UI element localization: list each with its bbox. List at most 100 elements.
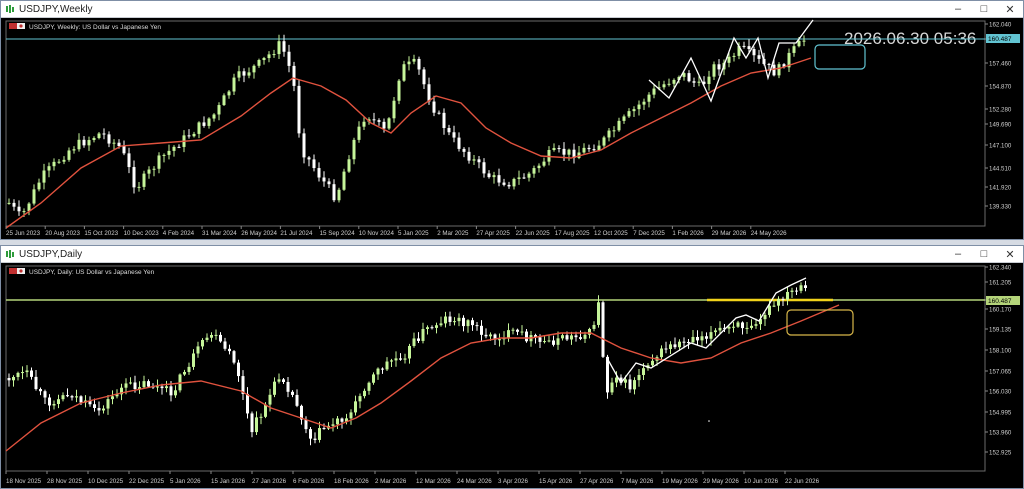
weekly-candle: [97, 133, 101, 139]
weekly-candle: [77, 139, 81, 150]
close-button[interactable]: ✕: [997, 246, 1023, 262]
weekly-candle: [342, 171, 346, 190]
daily-candle: [57, 399, 60, 405]
weekly-date-tick-label: 20 Aug 2023: [45, 230, 80, 237]
weekly-candle: [92, 138, 96, 141]
weekly-candle: [532, 168, 536, 174]
daily-candle: [511, 329, 515, 331]
weekly-candle: [232, 77, 236, 92]
daily-candle: [192, 353, 195, 367]
daily-candle: [804, 285, 807, 288]
weekly-candle: [797, 40, 801, 47]
weekly-candle: [747, 46, 751, 50]
daily-candle: [588, 328, 591, 335]
weekly-candle: [447, 127, 451, 133]
maximize-button[interactable]: □: [971, 1, 997, 17]
weekly-candle: [312, 159, 316, 169]
daily-candle: [448, 316, 452, 322]
weekly-candle: [272, 54, 276, 56]
weekly-date-tick-label: 7 Dec 2025: [633, 230, 665, 237]
daily-date-tick-label: 27 Jan 2026: [252, 478, 287, 485]
weekly-titlebar[interactable]: USDJPY,Weekly – □ ✕: [1, 1, 1023, 18]
daily-candle: [250, 413, 254, 433]
weekly-candle: [227, 91, 231, 96]
daily-candle: [727, 326, 731, 329]
daily-candle: [696, 336, 699, 341]
weekly-candle: [592, 149, 596, 151]
weekly-candle: [512, 178, 516, 187]
weekly-candle: [517, 177, 521, 179]
daily-candle: [574, 335, 578, 338]
daily-candle: [376, 368, 380, 375]
weekly-candle: [297, 85, 301, 134]
minimize-button[interactable]: –: [945, 1, 971, 17]
weekly-date-tick-label: 21 Jul 2024: [280, 230, 313, 237]
daily-candle: [498, 339, 501, 341]
daily-candle: [507, 330, 510, 339]
daily-chart[interactable]: USDJPY, Daily: US Dollar vs Japanese Yen…: [1, 263, 1023, 488]
weekly-candle: [42, 170, 46, 183]
daily-candle: [651, 360, 654, 366]
daily-candle: [700, 336, 704, 341]
daily-chart-window[interactable]: USDJPY,Daily – □ ✕ USDJPY, Daily: US Dol…: [0, 245, 1024, 489]
daily-candle: [754, 324, 758, 326]
daily-candle: [390, 360, 393, 362]
daily-candle: [210, 334, 213, 338]
daily-candle: [25, 370, 29, 373]
daily-candle: [79, 396, 83, 403]
daily-candle: [709, 332, 713, 339]
maximize-button[interactable]: □: [971, 246, 997, 262]
daily-candle: [772, 305, 776, 307]
weekly-candle: [202, 122, 206, 126]
weekly-candle: [122, 146, 126, 154]
weekly-candle: [472, 159, 476, 161]
weekly-date-tick-label: 12 Oct 2025: [594, 230, 628, 237]
weekly-chart-window[interactable]: USDJPY,Weekly – □ ✕ USDJPY, Weekly: US D…: [0, 0, 1024, 240]
weekly-current-price: 160.487: [988, 36, 1012, 43]
minimize-button[interactable]: –: [945, 246, 971, 262]
weekly-candle: [262, 58, 266, 61]
daily-date-tick-label: 24 Mar 2026: [457, 478, 492, 485]
daily-date-tick-label: 3 Apr 2026: [498, 478, 528, 485]
daily-candle: [228, 348, 231, 352]
daily-candle: [561, 335, 564, 339]
daily-candle: [354, 401, 357, 413]
weekly-candle: [687, 73, 691, 82]
daily-date-tick-label: 19 May 2026: [662, 478, 698, 485]
weekly-candle: [277, 41, 281, 55]
daily-candle: [732, 326, 735, 328]
weekly-candle: [387, 118, 391, 129]
daily-candle: [750, 325, 753, 328]
weekly-date-tick-label: 31 Mar 2024: [202, 230, 237, 237]
weekly-candle: [662, 84, 666, 88]
close-button[interactable]: ✕: [997, 1, 1023, 17]
weekly-candle: [407, 61, 411, 65]
weekly-date-tick-label: 2 Mar 2025: [437, 230, 469, 237]
weekly-candle: [607, 130, 611, 138]
weekly-chart[interactable]: USDJPY, Weekly: US Dollar vs Japanese Ye…: [1, 18, 1023, 239]
weekly-candle: [427, 84, 431, 102]
daily-candle: [318, 428, 321, 440]
weekly-candle: [152, 168, 156, 170]
daily-candle: [124, 383, 128, 388]
daily-date-tick-label: 18 Feb 2026: [334, 478, 369, 485]
daily-candle: [295, 394, 299, 406]
daily-candle: [304, 419, 308, 430]
weekly-candle: [792, 46, 796, 53]
weekly-candle: [327, 181, 331, 185]
weekly-candle: [467, 151, 471, 161]
daily-candle: [718, 327, 722, 331]
weekly-date-tick-label: 17 Aug 2025: [555, 230, 590, 237]
daily-titlebar[interactable]: USDJPY,Daily – □ ✕: [1, 246, 1023, 263]
daily-candle: [214, 334, 218, 336]
daily-date-tick-label: 10 Jun 2026: [744, 478, 779, 485]
weekly-candle: [87, 140, 91, 146]
weekly-candle: [147, 169, 151, 174]
weekly-candle: [717, 64, 721, 70]
weekly-candle: [582, 147, 586, 153]
daily-candle: [453, 321, 456, 323]
weekly-candle: [12, 202, 16, 207]
weekly-candle: [267, 54, 271, 59]
daily-candle: [174, 390, 177, 396]
weekly-candle: [487, 173, 491, 178]
